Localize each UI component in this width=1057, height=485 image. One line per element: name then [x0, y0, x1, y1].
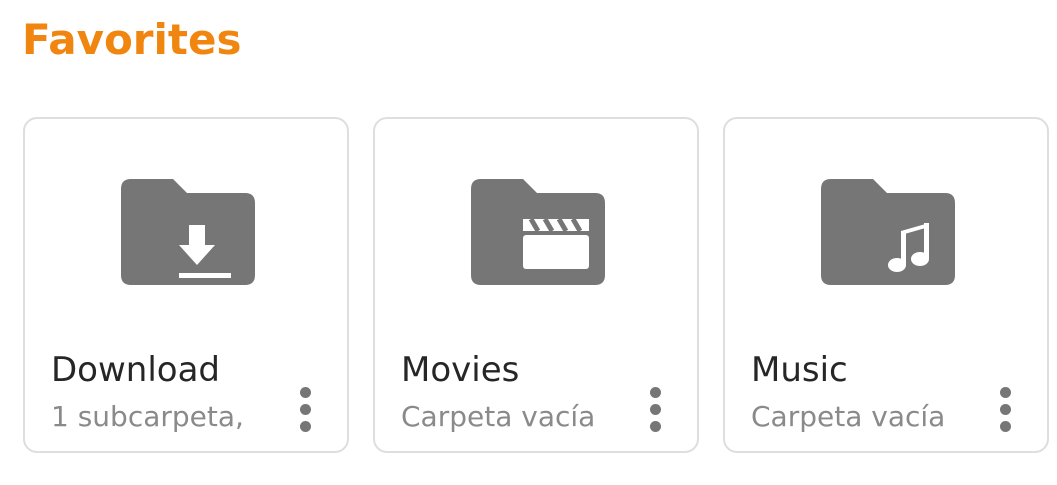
- favorites-title: Favorites: [22, 15, 242, 64]
- favorites-grid: Download 1 subcarpeta, Movies Carpeta va…: [23, 117, 1049, 453]
- more-vert-icon: [299, 386, 311, 432]
- card-name: Movies: [401, 350, 520, 390]
- card-name: Download: [51, 350, 221, 390]
- card-name: Music: [751, 350, 848, 390]
- folder-movies-icon: [471, 179, 607, 287]
- favorite-card-music[interactable]: Music Carpeta vacía: [723, 117, 1049, 453]
- more-options-button[interactable]: [635, 379, 675, 439]
- favorite-card-download[interactable]: Download 1 subcarpeta,: [23, 117, 349, 453]
- more-options-button[interactable]: [285, 379, 325, 439]
- more-vert-icon: [649, 386, 661, 432]
- more-vert-icon: [999, 386, 1011, 432]
- card-subtitle: Carpeta vacía: [751, 400, 946, 433]
- folder-download-icon: [121, 179, 257, 287]
- more-options-button[interactable]: [985, 379, 1025, 439]
- card-subtitle: Carpeta vacía: [401, 400, 596, 433]
- folder-music-icon: [821, 179, 957, 287]
- favorite-card-movies[interactable]: Movies Carpeta vacía: [373, 117, 699, 453]
- card-subtitle: 1 subcarpeta,: [51, 400, 244, 433]
